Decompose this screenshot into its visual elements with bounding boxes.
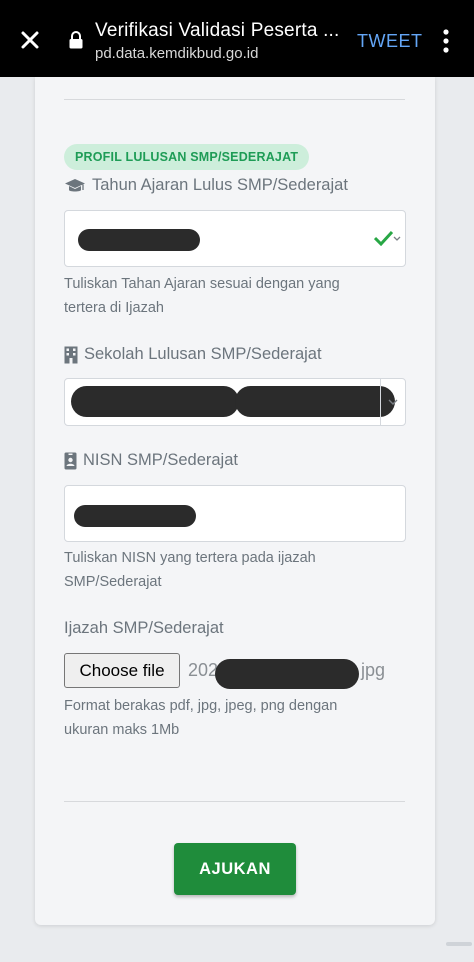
sekolah-select[interactable] [64,378,406,426]
tahun-ajaran-select[interactable] [64,210,406,267]
divider [64,801,405,802]
tahun-ajaran-label: Tahun Ajaran Lulus SMP/Sederajat [64,176,348,195]
redacted-value [215,659,359,689]
ijazah-label: Ijazah SMP/Sederajat [64,619,224,637]
redacted-value [71,386,239,417]
tweet-button[interactable]: TWEET [357,31,423,52]
page-url: pd.data.kemdikbud.go.id [95,45,259,62]
redacted-value [235,386,395,417]
redacted-value [74,505,196,527]
form-card: PROFIL LULUSAN SMP/SEDERAJAT Tahun Ajara… [35,77,435,925]
redacted-value [78,229,200,251]
id-badge-icon [64,452,77,470]
divider [64,99,405,100]
close-icon[interactable] [14,24,46,56]
graduation-cap-icon [64,178,86,194]
section-badge: PROFIL LULUSAN SMP/SEDERAJAT [64,144,310,170]
choose-file-button[interactable]: Choose file [64,653,180,688]
submit-button[interactable]: AJUKAN [174,843,296,895]
lock-icon [69,31,83,49]
tahun-ajaran-help: Tuliskan Tahan Ajaran sesuai dengan yang… [64,276,340,316]
select-divider [380,379,381,425]
ijazah-help: Format berakas pdf, jpg, jpeg, png denga… [64,698,338,738]
nisn-input[interactable] [64,485,406,542]
kebab-menu-icon[interactable] [438,28,454,54]
nisn-help: Tuliskan NISN yang tertera pada ijazah S… [64,550,316,590]
chevron-down-icon [388,399,398,405]
nisn-label: NISN SMP/Sederajat [64,451,238,470]
watermark-logo [446,942,472,946]
valid-check-icon [374,230,401,246]
page-title: Verifikasi Validasi Peserta ... [95,20,340,41]
building-icon [64,346,78,364]
browser-toolbar: Verifikasi Validasi Peserta ... pd.data.… [0,0,474,77]
sekolah-label: Sekolah Lulusan SMP/Sederajat [64,345,322,364]
